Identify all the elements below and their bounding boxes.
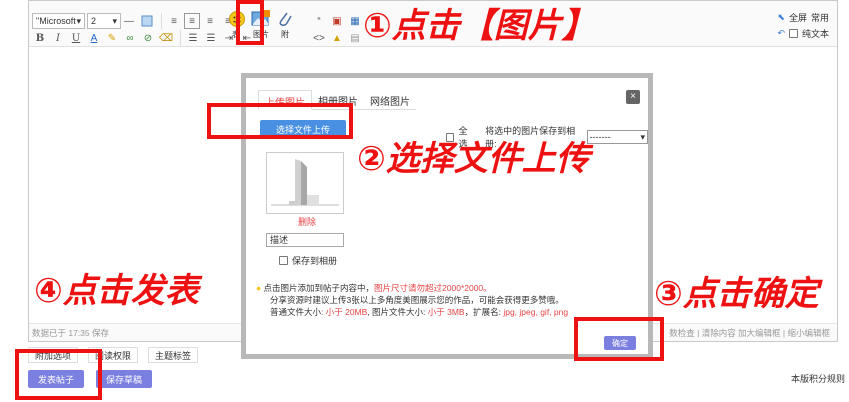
unlink-icon[interactable]: ⊘ (140, 30, 156, 46)
highlight-icon[interactable]: ✎ (104, 30, 120, 46)
highlight-box-upload-button (207, 103, 353, 139)
autosave-status: 数据已于 17:35 保存 (32, 327, 109, 338)
save-to-album-label: 保存到相册 (292, 256, 338, 266)
bold-icon[interactable]: B (32, 30, 48, 46)
album-select[interactable]: ------- ▾ (586, 130, 648, 144)
chevron-down-icon: ▾ (76, 15, 81, 26)
image-thumbnail[interactable] (266, 152, 344, 214)
save-to-album-checkbox[interactable] (279, 256, 288, 265)
plaintext-label: 纯文本 (801, 29, 829, 39)
media-icon[interactable]: ▲ (329, 30, 345, 46)
toolbar-divider (161, 13, 162, 29)
horizontal-rule-icon[interactable]: — (121, 13, 137, 29)
align-left-icon[interactable]: ≡ (166, 13, 182, 29)
italic-icon[interactable]: I (50, 30, 66, 46)
align-center-icon[interactable]: ≡ (184, 13, 200, 29)
chevron-down-icon: ▾ (640, 131, 645, 142)
rules-link[interactable]: 本版积分规则 (791, 372, 845, 385)
table-icon[interactable]: ▦ (347, 13, 363, 29)
annotation-step3: ③点击确定 (654, 274, 819, 314)
gift-icon[interactable]: ▣ (329, 13, 345, 29)
toolbar-divider (180, 30, 181, 46)
annotation-step1: ①点击【图片】 (363, 6, 596, 46)
plaintext-checkbox[interactable] (788, 29, 798, 38)
close-icon[interactable]: × (626, 90, 640, 104)
tab-topic-tag[interactable]: 主题标签 (148, 347, 199, 363)
chevron-down-icon: ▾ (112, 15, 117, 26)
view-tools: ⬉ 全屏 常用 ↶ 纯文本 (777, 11, 829, 40)
ordered-list-icon[interactable]: ☰ (185, 30, 201, 46)
fullscreen-icon[interactable]: ⬉ (777, 12, 785, 23)
clear-format-icon[interactable]: ⌫ (158, 30, 174, 46)
attachment-button[interactable]: 附 (275, 10, 295, 40)
save-to-album-row: 保存到相册 (279, 254, 337, 267)
code-icon[interactable]: <> (311, 30, 327, 46)
annotation-step4: ④点击发表 (34, 271, 199, 311)
background-color-icon[interactable] (139, 13, 155, 29)
undo-icon[interactable]: ↶ (777, 28, 785, 39)
save-draft-button[interactable]: 保存草稿 (96, 370, 153, 388)
font-color-icon[interactable]: A (86, 30, 102, 46)
annotation-step2: ②选择文件上传 (357, 139, 590, 179)
highlight-box-confirm-button (574, 317, 664, 361)
editor-tools-links[interactable]: 数检查 | 清除内容 加大编辑框 | 缩小编辑框 (669, 327, 834, 339)
description-input[interactable]: 描述 (266, 233, 344, 247)
tab-web-images[interactable]: 网络图片 (364, 90, 416, 110)
paperclip-icon (279, 12, 292, 26)
building-image (271, 159, 339, 206)
link-icon[interactable]: ∞ (122, 30, 138, 46)
highlight-box-image-button (236, 0, 264, 45)
common-link[interactable]: 常用 (811, 11, 829, 24)
font-size-select[interactable]: 2 ▾ (87, 13, 121, 29)
delete-link[interactable]: 删除 (298, 215, 316, 228)
lightbulb-icon: ● (256, 283, 262, 293)
unordered-list-icon[interactable]: ☰ (203, 30, 219, 46)
quote-icon[interactable]: “ (311, 13, 327, 29)
align-right-icon[interactable]: ≡ (202, 13, 218, 29)
fullscreen-link[interactable]: 全屏 (789, 11, 807, 24)
highlight-box-post-button (15, 349, 102, 400)
font-family-select[interactable]: "Microsoft ▾ (32, 13, 85, 29)
flash-icon[interactable]: ▤ (347, 30, 363, 46)
underline-icon[interactable]: U (68, 30, 84, 46)
upload-tips: ● 点击图片添加到帖子内容中，图片尺寸请勿超过2000*2000。 分享资源时建… (256, 283, 569, 317)
